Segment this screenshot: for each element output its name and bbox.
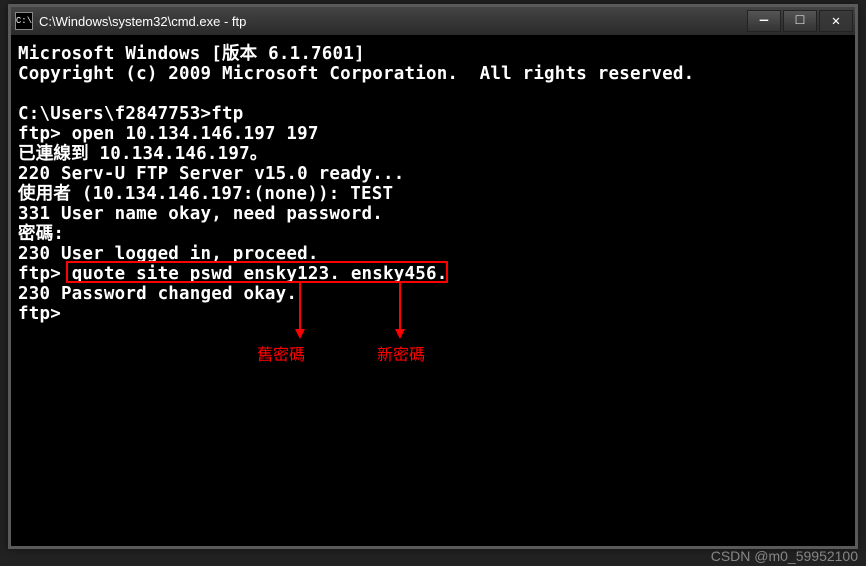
terminal-line: Copyright (c) 2009 Microsoft Corporation… (18, 64, 694, 84)
terminal-line: 230 User logged in, proceed. (18, 244, 319, 264)
terminal-line: 220 Serv-U FTP Server v15.0 ready... (18, 164, 405, 184)
terminal-line: 331 User name okay, need password. (18, 204, 383, 224)
cmd-icon: C:\ (15, 12, 33, 30)
window-title: C:\Windows\system32\cmd.exe - ftp (39, 14, 745, 29)
label-old-password: 舊密碼 (257, 341, 305, 365)
label-new-password: 新密碼 (377, 341, 425, 365)
terminal-line: ftp> open 10.134.146.197 197 (18, 124, 319, 144)
window-controls: — □ ✕ (745, 10, 853, 32)
terminal-line: Microsoft Windows [版本 6.1.7601] (18, 44, 365, 64)
terminal-line: 已連線到 10.134.146.197。 (18, 144, 268, 164)
terminal-line: 密碼: (18, 224, 64, 244)
minimize-button[interactable]: — (747, 10, 781, 32)
terminal-line: 使用者 (10.134.146.197:(none)): TEST (18, 184, 393, 204)
terminal-line: 230 Password changed okay. (18, 284, 297, 304)
cmd-window: C:\ C:\Windows\system32\cmd.exe - ftp — … (8, 4, 858, 549)
terminal-line: C:\Users\f2847753>ftp (18, 104, 243, 124)
terminal-prompt: ftp> (18, 264, 72, 284)
terminal-line: ftp> (18, 304, 61, 324)
terminal-area[interactable]: Microsoft Windows [版本 6.1.7601] Copyrigh… (14, 38, 852, 543)
watermark: CSDN @m0_59952100 (711, 548, 858, 564)
maximize-button[interactable]: □ (783, 10, 817, 32)
terminal-command: quote site pswd ensky123. ensky456. (72, 264, 448, 284)
close-button[interactable]: ✕ (819, 10, 853, 32)
titlebar[interactable]: C:\ C:\Windows\system32\cmd.exe - ftp — … (11, 7, 855, 35)
